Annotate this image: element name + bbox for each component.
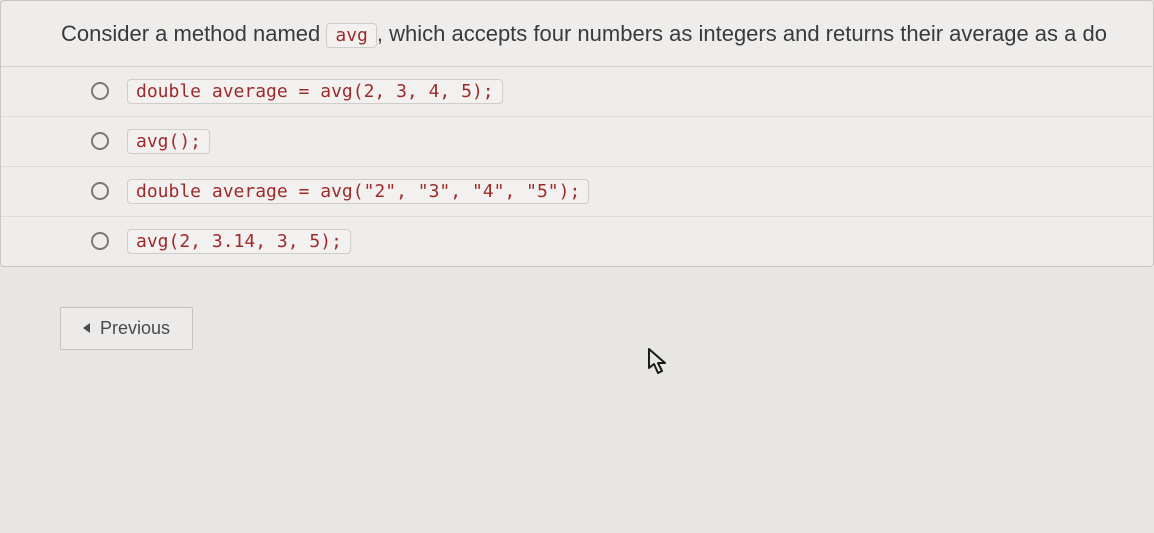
option-code: double average = avg(2, 3, 4, 5);: [127, 79, 503, 104]
question-suffix: , which accepts four numbers as integers…: [377, 21, 1107, 46]
option-0[interactable]: double average = avg(2, 3, 4, 5);: [1, 67, 1153, 117]
previous-label: Previous: [100, 318, 170, 339]
radio-icon[interactable]: [91, 232, 109, 250]
option-code: avg();: [127, 129, 210, 154]
question-code-chip: avg: [326, 23, 377, 48]
question-text: Consider a method named avg, which accep…: [1, 1, 1153, 67]
option-3[interactable]: avg(2, 3.14, 3, 5);: [1, 217, 1153, 266]
previous-button[interactable]: Previous: [60, 307, 193, 350]
triangle-left-icon: [83, 323, 90, 333]
nav-row: Previous: [0, 307, 1154, 350]
question-card: Consider a method named avg, which accep…: [0, 0, 1154, 267]
option-2[interactable]: double average = avg("2", "3", "4", "5")…: [1, 167, 1153, 217]
option-code: double average = avg("2", "3", "4", "5")…: [127, 179, 589, 204]
radio-icon[interactable]: [91, 182, 109, 200]
option-code: avg(2, 3.14, 3, 5);: [127, 229, 351, 254]
question-prefix: Consider a method named: [61, 21, 326, 46]
options-list: double average = avg(2, 3, 4, 5); avg();…: [1, 67, 1153, 266]
radio-icon[interactable]: [91, 132, 109, 150]
cursor-icon: [648, 348, 670, 376]
radio-icon[interactable]: [91, 82, 109, 100]
option-1[interactable]: avg();: [1, 117, 1153, 167]
